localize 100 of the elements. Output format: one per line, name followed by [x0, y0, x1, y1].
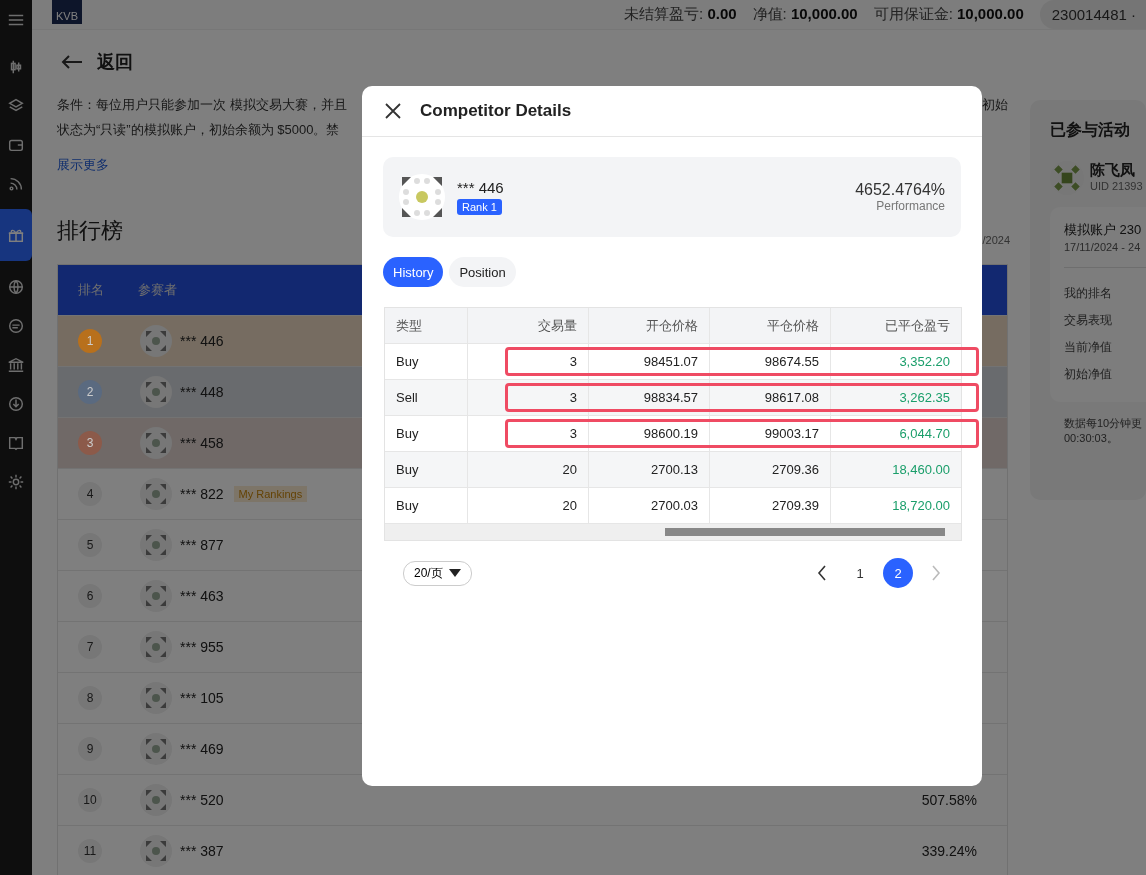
avatar-icon: [140, 631, 172, 663]
competitor-name: *** 877: [180, 537, 224, 553]
competitor-name: *** 469: [180, 741, 224, 757]
avatar-icon: [140, 784, 172, 816]
show-more-link[interactable]: 展示更多: [57, 156, 109, 174]
performance-value: 4652.4764%: [855, 181, 945, 199]
avatar-icon: [140, 733, 172, 765]
rank-badge: 1: [78, 329, 102, 353]
table-cell: 98617.08: [709, 380, 830, 415]
tab[interactable]: Position: [449, 257, 516, 287]
competitor-name: *** 105: [180, 690, 224, 706]
competitor-name: *** 387: [180, 843, 224, 859]
download-icon: [7, 394, 25, 413]
competitor-name: *** 446: [180, 333, 224, 349]
account-pill[interactable]: 230014481 ·: [1039, 0, 1146, 29]
chevron-left-icon: [817, 565, 827, 581]
rank-badge: 9: [78, 737, 102, 761]
table-cell: 18,460.00: [830, 452, 961, 487]
tab[interactable]: History: [383, 257, 444, 287]
column-header: 平仓价格: [709, 308, 830, 343]
performance-label: Performance: [875, 199, 945, 213]
conditions-text: 状态为“只读”的模拟账户，初始余额为 $5000。禁: [57, 121, 340, 139]
table-cell-text: Buy: [395, 497, 420, 515]
table-cell: 98834.57: [588, 380, 709, 415]
logo: KVB: [52, 0, 82, 24]
avatar-icon: [140, 529, 172, 561]
modal-title: Competitor Details: [420, 101, 572, 121]
leaderboard-title: 排行榜: [57, 217, 123, 245]
column-header: 排名: [77, 281, 105, 299]
chevron-right-icon: [931, 565, 941, 581]
avatar-icon: [399, 174, 445, 220]
avatar-icon: [140, 325, 172, 357]
sidebar-item[interactable]: [0, 209, 32, 261]
column-header: 已平仓盈亏: [830, 308, 961, 343]
table-cell-text: Buy: [395, 461, 420, 479]
table-cell-text: Buy: [395, 425, 420, 443]
avatar-icon: [140, 376, 172, 408]
table-cell: 3: [467, 380, 588, 415]
table-cell-text: Buy: [395, 353, 420, 371]
competitor-name: *** 822: [180, 486, 224, 502]
stat-label: 交易表现: [1064, 312, 1113, 329]
uid-text: UID 21393: [1090, 180, 1143, 192]
page-button[interactable]: 1: [845, 558, 875, 588]
note-text: 数据每10分钟更: [1064, 416, 1144, 431]
avatar-icon: [140, 835, 172, 867]
table-cell: 2709.36: [709, 452, 830, 487]
rank-badge: 2: [78, 380, 102, 404]
chat-icon: [7, 316, 25, 335]
rank-badge: 5: [78, 533, 102, 557]
column-header: 交易量: [467, 308, 588, 343]
competitor-name: *** 955: [180, 639, 224, 655]
table-cell: 2700.13: [588, 452, 709, 487]
column-header: 参赛者: [138, 281, 177, 299]
stat-text: 净值: 10,000.00: [752, 5, 858, 24]
stat-label: 当前净值: [1064, 339, 1113, 356]
back-arrow-icon: [61, 54, 83, 70]
account-name: 模拟账户 230: [1064, 221, 1143, 239]
rank-badge: 11: [78, 839, 102, 863]
competitor-name: *** 446: [457, 179, 504, 196]
avatar-icon: [140, 478, 172, 510]
note-text: 00:30:03。: [1064, 431, 1119, 446]
avatar-icon: [140, 427, 172, 459]
competitor-name: *** 458: [180, 435, 224, 451]
performance-text: 339.24%: [921, 843, 977, 859]
avatar-icon: [140, 580, 172, 612]
table-cell-text: Sell: [395, 389, 419, 407]
my-rankings-tag: My Rankings: [233, 486, 308, 502]
panel-title: 已参与活动: [1050, 120, 1131, 140]
caret-icon: [448, 569, 461, 577]
bank-icon: [7, 355, 25, 374]
conditions-text: 初始: [982, 96, 1008, 114]
table-cell: 20: [467, 452, 588, 487]
rank-badge: 10: [78, 788, 102, 812]
settings-icon: [7, 472, 25, 491]
column-header: 类型: [395, 316, 423, 335]
date-range: 17/11/2024 - 24: [1064, 241, 1146, 268]
stat-text: 可用保证金: 10,000.00: [873, 5, 1024, 24]
rank-badge: 7: [78, 635, 102, 659]
column-header: 开仓价格: [588, 308, 709, 343]
rank-badge: 6: [78, 584, 102, 608]
rank-badge: 3: [78, 431, 102, 455]
competitor-name: *** 463: [180, 588, 224, 604]
page-button[interactable]: 2: [883, 558, 913, 588]
user-name: 陈飞凤: [1090, 161, 1136, 180]
rank-tag: Rank 1: [457, 199, 502, 215]
table-cell: 3,262.35: [830, 380, 961, 415]
stat-text: 未结算盈亏: 0.00: [624, 5, 737, 24]
back-button[interactable]: 返回: [57, 48, 133, 76]
scrollbar[interactable]: [385, 523, 961, 540]
competitor-name: *** 520: [180, 792, 224, 808]
performance-text: 507.58%: [921, 792, 977, 808]
date-text: /2024: [982, 234, 1010, 246]
stat-label: 我的排名: [1064, 285, 1113, 302]
page-size-dropdown[interactable]: 20/页: [403, 560, 472, 586]
competitor-name: *** 448: [180, 384, 224, 400]
avatar-icon: [140, 682, 172, 714]
globe-icon: [7, 277, 25, 296]
rank-badge: 4: [78, 482, 102, 506]
rank-badge: 8: [78, 686, 102, 710]
stat-label: 初始净值: [1064, 366, 1113, 383]
